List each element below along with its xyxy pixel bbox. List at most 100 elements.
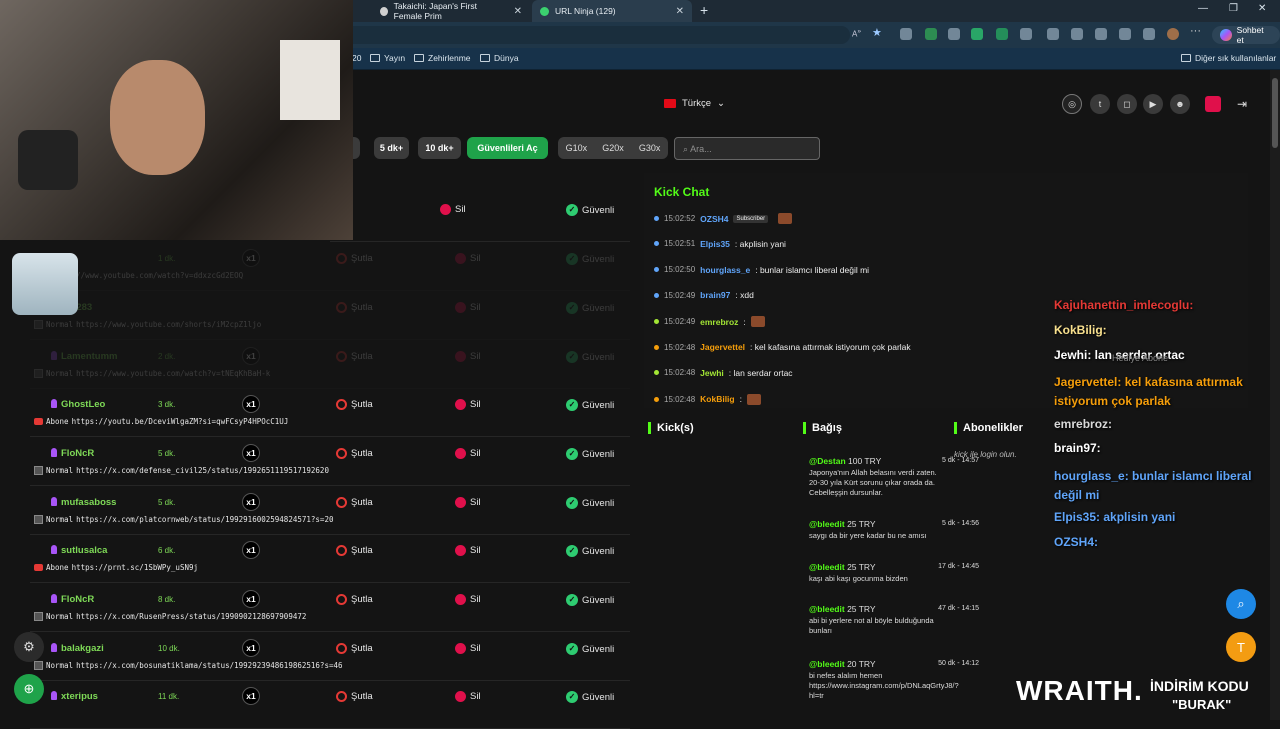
skip-button[interactable]: Şutla: [336, 497, 373, 508]
mark-safe-button[interactable]: ✓ Güvenli: [566, 545, 614, 557]
mark-safe-button[interactable]: ✓ Güvenli: [566, 497, 614, 509]
delete-button[interactable]: Sil: [455, 448, 481, 459]
queue-user[interactable]: FloNcR: [51, 594, 94, 605]
skip-button[interactable]: Şutla: [336, 448, 373, 459]
delete-button[interactable]: Sil: [455, 691, 481, 702]
close-tab-icon[interactable]: ✕: [676, 6, 684, 17]
skip-button[interactable]: Şutla: [336, 691, 373, 702]
search-input[interactable]: ⌕ Ara...: [674, 137, 820, 160]
delete-button[interactable]: Sil: [455, 545, 481, 556]
skip-button[interactable]: Şutla: [336, 302, 373, 313]
extension-icon[interactable]: [900, 28, 912, 40]
mark-safe-button[interactable]: ✓ Güvenli: [566, 399, 614, 411]
more-menu-icon[interactable]: ···: [1190, 25, 1202, 37]
copilot-button[interactable]: Sohbet et: [1212, 25, 1280, 45]
minimize-icon[interactable]: —: [1198, 3, 1208, 14]
queue-link[interactable]: Normal https://x.com/bosunatiklama/statu…: [34, 661, 343, 670]
extension-icon[interactable]: [925, 28, 937, 40]
bookmark-folder[interactable]: Yayın: [370, 53, 405, 63]
mark-safe-button[interactable]: ✓ Güvenli: [566, 448, 614, 460]
record-icon[interactable]: [1205, 96, 1221, 112]
search-fab-icon[interactable]: ⌕: [1226, 589, 1256, 619]
delete-button[interactable]: Sil: [455, 643, 481, 654]
g30-button[interactable]: G30x: [639, 143, 661, 153]
read-aloud-icon[interactable]: A»: [852, 28, 864, 40]
extension-icon[interactable]: [996, 28, 1008, 40]
chat-username[interactable]: hourglass_e: [700, 265, 750, 275]
queue-user[interactable]: GhostLeo: [51, 399, 105, 410]
queue-link[interactable]: Abone https://prnt.sc/1SbWPy_uSN9j: [34, 563, 198, 572]
mark-safe-button[interactable]: ✓ Güvenli: [566, 643, 614, 655]
skip-button[interactable]: Şutla: [336, 594, 373, 605]
queue-link[interactable]: Normal https://www.youtube.com/watch?v=t…: [34, 369, 270, 378]
extension-icon[interactable]: [971, 28, 983, 40]
open-safe-button[interactable]: Güvenlileri Aç: [467, 137, 548, 159]
delete-button[interactable]: Sil: [455, 594, 481, 605]
settings-gear-icon[interactable]: ⚙: [14, 632, 44, 662]
browser-tab[interactable]: Takaichi: Japan's First Female Prim ✕: [372, 0, 530, 22]
new-tab-plus-icon[interactable]: +: [700, 2, 708, 18]
chat-username[interactable]: emrebroz: [700, 317, 738, 327]
profile-avatar[interactable]: [1167, 28, 1179, 40]
queue-user[interactable]: FloNcR: [51, 448, 94, 459]
mark-safe-button[interactable]: ✓ Güvenli: [566, 594, 614, 606]
skip-button[interactable]: Şutla: [336, 399, 373, 410]
add-user-icon[interactable]: ⊕: [14, 674, 44, 704]
scrollbar-thumb[interactable]: [1272, 78, 1278, 148]
queue-user[interactable]: mufasaboss: [51, 497, 116, 508]
queue-user[interactable]: sutlusalca: [51, 545, 107, 556]
close-window-icon[interactable]: ✕: [1258, 3, 1266, 14]
language-selector[interactable]: Türkçe ⌄: [664, 98, 725, 109]
chat-username[interactable]: OZSH4: [700, 214, 728, 224]
g10-button[interactable]: G10x: [566, 143, 588, 153]
bookmark-folder[interactable]: Dünya: [480, 53, 519, 63]
delete-button[interactable]: Sil: [455, 399, 481, 410]
g20-button[interactable]: G20x: [602, 143, 624, 153]
skip-button[interactable]: Şutla: [336, 643, 373, 654]
skip-button[interactable]: Şutla: [336, 351, 373, 362]
skip-button[interactable]: Şutla: [336, 545, 373, 556]
extension-icon[interactable]: [1020, 28, 1032, 40]
mark-safe-button[interactable]: ✓ Güvenli: [566, 302, 614, 314]
collections-icon[interactable]: [1143, 28, 1155, 40]
browser-essentials-icon[interactable]: [1119, 28, 1131, 40]
split-screen-icon[interactable]: [1047, 28, 1059, 40]
filter-5min-button[interactable]: 5 dk+: [374, 137, 409, 159]
favorites-icon[interactable]: [1095, 28, 1107, 40]
extension-icon[interactable]: [948, 28, 960, 40]
maximize-icon[interactable]: ❐: [1229, 3, 1238, 14]
favorite-star-icon[interactable]: ★: [872, 26, 884, 39]
translate-fab-icon[interactable]: T: [1226, 632, 1256, 662]
logout-icon[interactable]: ⇥: [1232, 94, 1252, 114]
chat-username[interactable]: brain97: [700, 290, 730, 300]
mark-safe-button[interactable]: ✓ Güvenli: [566, 691, 614, 703]
chat-username[interactable]: Elpis35: [700, 239, 730, 249]
delete-button[interactable]: Sil: [455, 497, 481, 508]
queue-user[interactable]: Lamentumm: [51, 351, 117, 362]
extensions-puzzle-icon[interactable]: [1071, 28, 1083, 40]
close-tab-icon[interactable]: ✕: [514, 6, 522, 17]
browser-tab-active[interactable]: URL Ninja (129) ✕: [532, 0, 692, 22]
dribbble-icon[interactable]: ◎: [1062, 94, 1082, 114]
youtube-icon[interactable]: ▶: [1143, 94, 1163, 114]
delete-button[interactable]: Sil: [440, 204, 466, 215]
instagram-icon[interactable]: ◻: [1117, 94, 1137, 114]
mark-safe-button[interactable]: ✓ Güvenli: [566, 351, 614, 363]
delete-button[interactable]: Sil: [455, 302, 481, 313]
queue-link[interactable]: Normal https://www.youtube.com/shorts/iM…: [34, 320, 261, 329]
bookmark-folder[interactable]: Zehirlenme: [414, 53, 471, 63]
queue-link[interactable]: Abone https://youtu.be/DceviWlgaZM?si=qw…: [34, 417, 288, 426]
chat-username[interactable]: Jagervettel: [700, 342, 745, 352]
filter-10min-button[interactable]: 10 dk+: [418, 137, 461, 159]
skip-button[interactable]: Şutla: [336, 253, 373, 264]
page-scrollbar[interactable]: [1270, 70, 1280, 720]
bookmark-item[interactable]: 20: [352, 53, 361, 63]
mark-safe-button[interactable]: ✓ Güvenli: [566, 253, 614, 265]
chat-username[interactable]: Jewhi: [700, 368, 724, 378]
queue-link[interactable]: Normal https://x.com/defense_civil25/sta…: [34, 466, 329, 475]
delete-button[interactable]: Sil: [455, 351, 481, 362]
discord-icon[interactable]: ☻: [1170, 94, 1190, 114]
queue-link[interactable]: Normal https://x.com/platcornweb/status/…: [34, 515, 333, 524]
queue-user[interactable]: xteripus: [51, 691, 98, 702]
queue-user[interactable]: balakgazi: [51, 643, 104, 654]
